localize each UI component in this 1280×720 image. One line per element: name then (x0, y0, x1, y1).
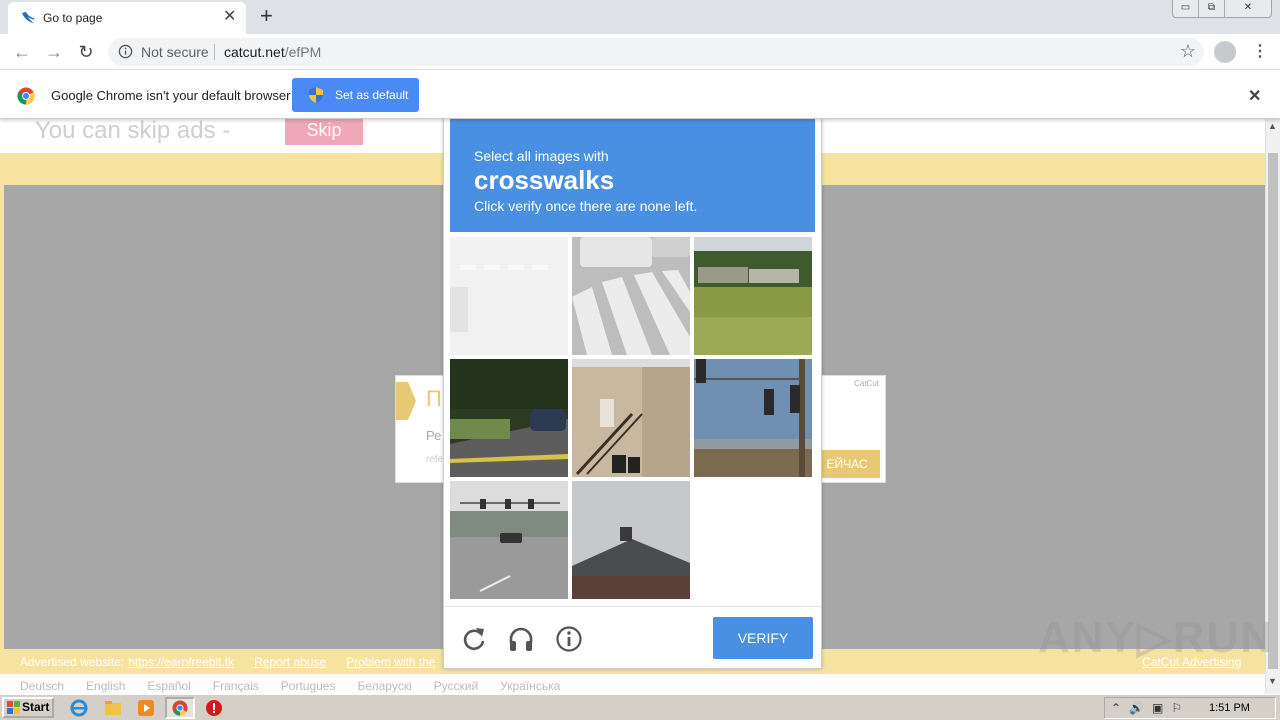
ad-title: П (426, 386, 442, 411)
captcha-tile-4[interactable] (450, 359, 568, 477)
info-icon[interactable] (555, 625, 583, 653)
chrome-taskbar-button[interactable] (165, 697, 195, 719)
chrome-taskbar-icon (172, 700, 188, 716)
file-explorer-icon[interactable] (104, 699, 122, 717)
skip-button[interactable]: Skip (285, 115, 363, 145)
uac-shield-icon (309, 87, 323, 103)
captcha-tile-9[interactable] (694, 481, 812, 599)
address-bar[interactable]: Not secure catcut.net/efPM ☆ (108, 38, 1204, 66)
media-player-icon[interactable] (137, 699, 155, 717)
captcha-tile-5[interactable] (572, 359, 690, 477)
language-bar: Deutsch English Español Français Portugu… (20, 679, 560, 693)
bookmark-star-icon[interactable]: ☆ (1180, 41, 1196, 62)
system-tray: ⌃ 🔊 ▣ ⚐ 1:51 PM (1104, 697, 1276, 719)
catcut-favicon-icon (22, 11, 35, 23)
scroll-thumb[interactable] (1268, 153, 1278, 669)
reload-icon[interactable] (460, 625, 488, 653)
minimize-button[interactable]: ▭ (1173, 0, 1199, 17)
scroll-up-icon[interactable]: ▲ (1268, 121, 1277, 131)
url-path: /efPM (284, 44, 322, 60)
tab-strip: Go to page ✕ + ▭ ⧉ ✕ (0, 0, 1280, 34)
lang-link[interactable]: Portugues (281, 679, 336, 693)
taskbar-clock[interactable]: 1:51 PM (1209, 702, 1250, 714)
recaptcha-challenge: Select all images with crosswalks Click … (443, 112, 822, 669)
chrome-logo-icon (17, 87, 35, 105)
captcha-subinstruction: Click verify once there are none left. (474, 198, 698, 214)
start-label: Start (22, 700, 50, 714)
page-scrollbar[interactable]: ▲ ▼ (1265, 119, 1280, 694)
close-window-button[interactable]: ✕ (1225, 0, 1271, 17)
windows-taskbar: Start ⌃ 🔊 ▣ ⚐ 1:51 PM (0, 694, 1280, 720)
footer-links: Advertised website: https://earnfreebit.… (20, 655, 436, 669)
lang-link[interactable]: Español (147, 679, 190, 693)
report-abuse-link[interactable]: Report abuse (254, 655, 326, 669)
tray-expand-icon[interactable]: ⌃ (1111, 701, 1121, 715)
start-button[interactable]: Start (2, 697, 54, 718)
verify-button[interactable]: VERIFY (713, 617, 813, 659)
lang-link[interactable]: Українська (500, 679, 560, 693)
captcha-tile-6[interactable] (694, 359, 812, 477)
default-browser-infobar: Google Chrome isn't your default browser… (0, 71, 1280, 119)
lang-link[interactable]: English (86, 679, 125, 693)
tab-close-icon[interactable]: ✕ (223, 8, 236, 26)
captcha-instruction: Select all images with (474, 148, 609, 164)
audio-icon[interactable] (507, 625, 535, 653)
omnibox-separator (214, 44, 215, 60)
url-host: catcut.net (224, 44, 285, 60)
lang-link[interactable]: Deutsch (20, 679, 64, 693)
internet-explorer-icon[interactable] (70, 699, 88, 717)
ad-button[interactable]: ЕЙЧАС (814, 450, 880, 478)
skip-ads-text: You can skip ads - (35, 117, 231, 144)
site-info-icon[interactable] (118, 44, 133, 59)
tab-go-to-page[interactable]: Go to page ✕ (8, 2, 246, 34)
infobar-message: Google Chrome isn't your default browser (51, 88, 291, 103)
ad-flag-icon (396, 382, 416, 420)
lang-link[interactable]: Беларускі (357, 679, 411, 693)
reload-button[interactable]: ↻ (74, 40, 98, 64)
volume-icon[interactable]: 🔊 (1129, 701, 1144, 715)
restore-button[interactable]: ⧉ (1199, 0, 1225, 17)
browser-toolbar: ← → ↻ Not secure catcut.net/efPM ☆ ⋮ (0, 34, 1280, 70)
tab-title: Go to page (43, 11, 103, 25)
opera-icon[interactable] (205, 699, 223, 717)
set-as-default-label: Set as default (335, 88, 409, 102)
security-label: Not secure (141, 44, 209, 60)
captcha-target-word: crosswalks (474, 165, 615, 195)
windows-logo-icon (7, 701, 20, 714)
captcha-header: Select all images with crosswalks Click … (450, 119, 815, 232)
ad-brand: CatCut (854, 379, 879, 388)
set-as-default-button[interactable]: Set as default (292, 78, 419, 112)
captcha-footer: VERIFY (444, 606, 821, 668)
profile-avatar-icon[interactable] (1214, 41, 1236, 63)
lang-link[interactable]: Русский (434, 679, 479, 693)
tray-icons: ⌃ 🔊 ▣ ⚐ (1111, 701, 1182, 715)
action-center-flag-icon[interactable]: ⚐ (1171, 701, 1182, 715)
captcha-tile-2[interactable] (572, 237, 690, 355)
lang-link[interactable]: Français (213, 679, 259, 693)
advertised-link[interactable]: https://earnfreebit.tk (128, 655, 234, 669)
captcha-tile-3[interactable] (694, 237, 812, 355)
new-tab-button[interactable]: + (260, 5, 273, 27)
infobar-close-icon[interactable]: ✕ (1248, 86, 1261, 106)
advertised-label: Advertised website: (20, 655, 125, 669)
network-icon[interactable]: ▣ (1152, 701, 1163, 715)
ad-text: Ре (426, 428, 442, 443)
problem-link[interactable]: Problem with the (346, 655, 435, 669)
captcha-tile-1[interactable] (450, 237, 568, 355)
chrome-menu-icon[interactable]: ⋮ (1252, 41, 1268, 63)
anyrun-watermark: ANY▷RUN (1038, 613, 1275, 662)
captcha-tile-7[interactable] (450, 481, 568, 599)
back-button[interactable]: ← (10, 40, 34, 64)
captcha-tile-8[interactable] (572, 481, 690, 599)
url-text[interactable]: catcut.net/efPM (224, 44, 321, 60)
ad-subtext: refe (426, 454, 444, 465)
forward-button[interactable]: → (42, 40, 66, 64)
window-controls: ▭ ⧉ ✕ (1172, 0, 1272, 18)
scroll-down-icon[interactable]: ▼ (1268, 676, 1277, 686)
